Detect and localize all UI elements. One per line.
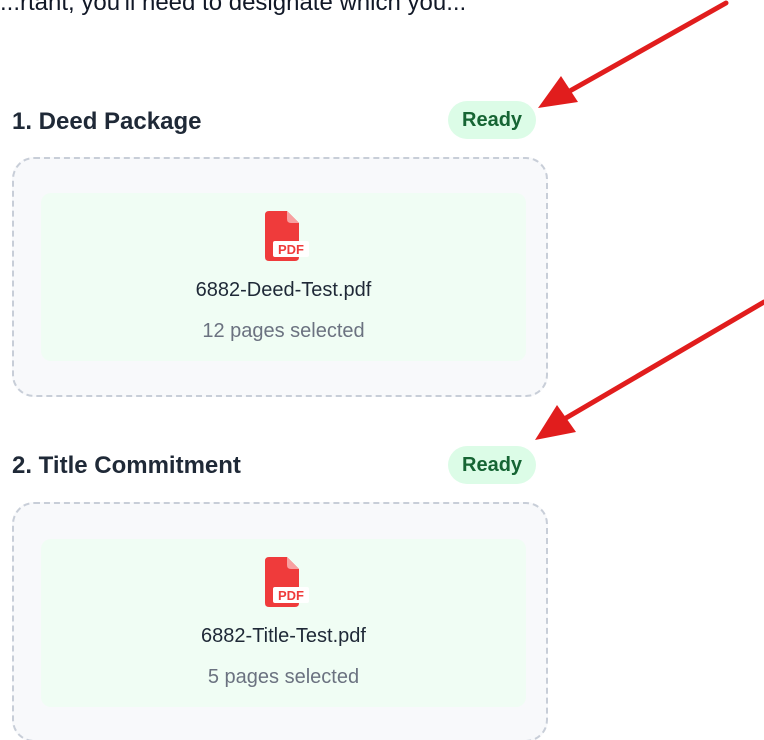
dropzone-title-commitment[interactable]: PDF 6882-Title-Test.pdf 5 pages selected bbox=[12, 502, 548, 740]
section-title-deed-package: 1. Deed Package bbox=[12, 108, 202, 135]
status-badge-title-commitment: Ready bbox=[448, 446, 537, 484]
file-name-deed: 6882-Deed-Test.pdf bbox=[195, 279, 372, 301]
file-name-title: 6882-Title-Test.pdf bbox=[201, 625, 366, 647]
status-badge-deed-package: Ready bbox=[448, 101, 537, 139]
top-cropped-text: ...rtant, you'll need to designate which… bbox=[0, 0, 467, 16]
file-card-deed-package[interactable]: PDF 6882-Deed-Test.pdf 12 pages selected bbox=[41, 193, 526, 361]
section-title-title-commitment: 2. Title Commitment bbox=[12, 452, 241, 479]
pdf-file-icon: PDF bbox=[265, 557, 309, 607]
pdf-label: PDF bbox=[278, 588, 304, 603]
pages-selected-deed: 12 pages selected bbox=[202, 320, 365, 342]
pdf-label: PDF bbox=[278, 242, 304, 257]
red-arrow-annotation bbox=[535, 299, 764, 440]
file-card-title-commitment[interactable]: PDF 6882-Title-Test.pdf 5 pages selected bbox=[41, 539, 526, 707]
red-arrow-annotation bbox=[538, 0, 729, 108]
pages-selected-title: 5 pages selected bbox=[207, 666, 360, 688]
dropzone-deed-package[interactable]: PDF 6882-Deed-Test.pdf 12 pages selected bbox=[12, 157, 548, 397]
pdf-file-icon: PDF bbox=[265, 211, 309, 261]
